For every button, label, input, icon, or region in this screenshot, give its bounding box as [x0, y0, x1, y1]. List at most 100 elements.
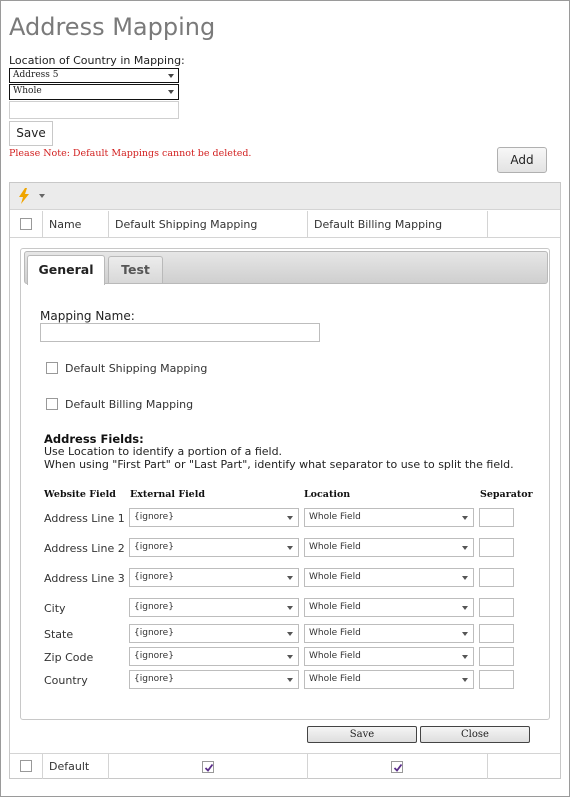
chevron-down-icon	[287, 516, 293, 520]
address-fields-title: Address Fields:	[44, 432, 144, 446]
location-select[interactable]: Whole Field	[304, 568, 474, 587]
field-label: Zip Code	[44, 651, 94, 664]
location-select[interactable]: Whole Field	[304, 598, 474, 617]
chevron-down-icon	[287, 655, 293, 659]
mapping-name-label: Mapping Name:	[40, 309, 135, 323]
default-billing-label: Default Billing Mapping	[65, 398, 194, 411]
separator-field[interactable]	[479, 538, 514, 557]
chevron-down-icon	[462, 516, 468, 520]
row-select-checkbox[interactable]	[20, 760, 32, 772]
external-field-select[interactable]: {ignore}	[129, 670, 299, 689]
page-title: Address Mapping	[9, 13, 216, 41]
row-actions-cell	[488, 753, 560, 779]
tab-test[interactable]: Test	[108, 256, 163, 283]
chevron-down-icon	[287, 632, 293, 636]
default-shipping-check[interactable]	[202, 761, 214, 773]
default-billing-check[interactable]	[391, 761, 403, 773]
add-button[interactable]: Add	[497, 147, 547, 173]
chevron-down-icon	[287, 606, 293, 610]
external-field-select[interactable]: {ignore}	[129, 624, 299, 643]
chevron-down-icon	[462, 655, 468, 659]
external-field-value: {ignore}	[134, 674, 174, 684]
field-label: State	[44, 628, 74, 641]
location-value: Whole Field	[309, 674, 361, 684]
field-label: Address Line 1	[44, 512, 125, 525]
external-field-value: {ignore}	[134, 628, 174, 638]
row-select-cell	[10, 753, 43, 779]
note-text: Please Note: Default Mappings cannot be …	[9, 148, 252, 159]
location-value: Whole Field	[309, 542, 361, 552]
column-header-name[interactable]: Name	[43, 211, 109, 238]
location-select[interactable]: Whole Field	[304, 670, 474, 689]
external-field-value: {ignore}	[134, 602, 174, 612]
col-location: Location	[304, 489, 351, 500]
external-field-select[interactable]: {ignore}	[129, 538, 299, 557]
external-field-select[interactable]: {ignore}	[129, 508, 299, 527]
col-website-field: Website Field	[44, 489, 116, 500]
editor-close-button[interactable]: Close	[420, 726, 530, 743]
external-field-select[interactable]: {ignore}	[129, 647, 299, 666]
location-select[interactable]: Whole Field	[304, 538, 474, 557]
location-value: Whole Field	[309, 602, 361, 612]
location-value: Whole Field	[309, 651, 361, 661]
separator-field[interactable]	[479, 568, 514, 587]
save-button[interactable]: Save	[9, 121, 53, 146]
field-label: Country	[44, 674, 88, 687]
separator-field[interactable]	[479, 508, 514, 527]
chevron-down-icon	[168, 90, 174, 94]
external-field-value: {ignore}	[134, 651, 174, 661]
portion-select[interactable]: Whole	[9, 84, 179, 100]
chevron-down-icon	[287, 576, 293, 580]
select-all-checkbox[interactable]	[20, 218, 32, 230]
location-select[interactable]: Whole Field	[304, 647, 474, 666]
lightning-bolt-icon[interactable]	[17, 187, 31, 205]
separator-field[interactable]	[479, 647, 514, 666]
editor-save-button[interactable]: Save	[307, 726, 417, 743]
location-value: Whole Field	[309, 572, 361, 582]
separator-field[interactable]	[479, 670, 514, 689]
external-field-value: {ignore}	[134, 542, 174, 552]
separator-field[interactable]	[479, 624, 514, 643]
chevron-down-icon	[287, 546, 293, 550]
row-default-billing-cell	[308, 753, 488, 779]
field-label: Address Line 2	[44, 542, 125, 555]
tab-general[interactable]: General	[27, 255, 105, 285]
col-separator: Separator	[480, 489, 533, 500]
location-value: Whole Field	[309, 512, 361, 522]
chevron-down-icon	[287, 678, 293, 682]
chevron-down-icon	[168, 74, 174, 78]
default-shipping-checkbox[interactable]	[46, 362, 58, 374]
column-header-default-shipping[interactable]: Default Shipping Mapping	[109, 211, 308, 238]
chevron-down-icon	[462, 546, 468, 550]
toolbar-dropdown-icon[interactable]	[39, 194, 45, 198]
external-field-select[interactable]: {ignore}	[129, 598, 299, 617]
separator-input[interactable]	[9, 101, 179, 119]
column-header-actions	[488, 211, 560, 238]
field-label: City	[44, 602, 66, 615]
location-select[interactable]: Whole Field	[304, 624, 474, 643]
external-field-select[interactable]: {ignore}	[129, 568, 299, 587]
location-value: Whole Field	[309, 628, 361, 638]
grid-toolbar	[10, 183, 560, 210]
address-fields-desc-2: When using "First Part" or "Last Part", …	[44, 458, 514, 471]
checkmark-icon	[204, 763, 214, 772]
default-billing-checkbox[interactable]	[46, 398, 58, 410]
col-external-field: External Field	[130, 489, 205, 500]
column-header-default-billing[interactable]: Default Billing Mapping	[308, 211, 488, 238]
chevron-down-icon	[462, 632, 468, 636]
address-select-value: Address 5	[13, 70, 59, 80]
chevron-down-icon	[462, 606, 468, 610]
separator-field[interactable]	[479, 598, 514, 617]
external-field-value: {ignore}	[134, 512, 174, 522]
portion-select-value: Whole	[13, 86, 42, 96]
chevron-down-icon	[462, 576, 468, 580]
chevron-down-icon	[462, 678, 468, 682]
location-select[interactable]: Whole Field	[304, 508, 474, 527]
row-name-cell: Default	[43, 753, 109, 779]
checkmark-icon	[393, 763, 403, 772]
address-select[interactable]: Address 5	[9, 68, 179, 83]
row-default-shipping-cell	[109, 753, 308, 779]
mapping-name-input[interactable]	[40, 323, 320, 342]
country-location-label: Location of Country in Mapping:	[9, 54, 185, 67]
default-shipping-label: Default Shipping Mapping	[65, 362, 208, 375]
